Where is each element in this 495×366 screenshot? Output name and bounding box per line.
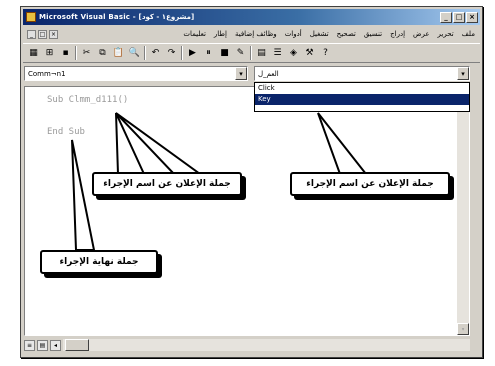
child-minimize-button[interactable]: _ <box>27 29 36 39</box>
run-icon[interactable]: ▶ <box>186 47 199 60</box>
chevron-down-icon[interactable]: ▾ <box>457 67 469 80</box>
toolbar-separator <box>181 46 183 60</box>
design-icon[interactable]: ✎ <box>234 47 247 60</box>
menu-view[interactable]: عرض <box>412 30 431 38</box>
menu-format[interactable]: تنسيق <box>363 30 383 38</box>
callout-start-statement-2: جملة الإعلان عن اسم الإجراء <box>290 172 450 196</box>
dropdown-option[interactable]: Click <box>255 83 317 94</box>
title-bar[interactable]: Microsoft Visual Basic - [مشروع١ - كود] … <box>23 9 480 25</box>
menu-edit[interactable]: تحرير <box>437 30 455 38</box>
properties-icon[interactable]: ☰ <box>271 47 284 60</box>
toolbar-separator <box>144 46 146 60</box>
scroll-thumb[interactable] <box>65 339 89 351</box>
find-icon[interactable]: 🔍 <box>128 47 141 60</box>
code-editor[interactable]: Sub Clmm_d111() End Sub ▴ ▾ <box>24 86 470 336</box>
chevron-down-icon[interactable]: ▾ <box>235 67 247 80</box>
cut-icon[interactable]: ✂ <box>80 47 93 60</box>
child-restore-button[interactable]: □ <box>38 29 47 39</box>
object-combo[interactable]: Comm¬n1 ▾ <box>24 66 248 81</box>
object-combo-value: Comm¬n1 <box>28 69 66 78</box>
menu-debug[interactable]: تصحيح <box>336 30 357 38</box>
toolbox-icon[interactable]: ⚒ <box>303 47 316 60</box>
paste-icon[interactable]: 📋 <box>112 47 125 60</box>
close-button[interactable]: × <box>466 11 478 23</box>
pause-icon[interactable]: ⏸ <box>202 47 215 60</box>
callout-start-statement: جملة الإعلان عن اسم الإجراء <box>92 172 242 196</box>
menu-tools[interactable]: أدوات <box>284 30 303 38</box>
project-icon[interactable]: ▤ <box>255 47 268 60</box>
menu-addins[interactable]: وظائف إضافية <box>234 30 278 38</box>
procedure-combo-value: العم_ل <box>258 69 279 78</box>
stop-icon[interactable]: ■ <box>218 47 231 60</box>
toolbar-separator <box>250 46 252 60</box>
full-module-view-icon[interactable]: ▤ <box>37 339 48 351</box>
object-browser-icon[interactable]: ◈ <box>287 47 300 60</box>
vertical-scrollbar[interactable]: ▴ ▾ <box>457 87 469 335</box>
child-close-button[interactable]: × <box>49 29 58 39</box>
save-icon[interactable]: ▪ <box>59 47 72 60</box>
menu-bar: ملف تحرير عرض إدراج تنسيق تصحيح تشغيل أد… <box>23 27 480 41</box>
dropdown-option-selected[interactable]: Key <box>255 94 469 105</box>
restore-button[interactable]: □ <box>453 11 465 23</box>
view-icon[interactable]: ▦ <box>27 47 40 60</box>
toolbar-separator <box>75 46 77 60</box>
menu-help[interactable]: تعليمات <box>182 30 207 38</box>
sub-declaration-line[interactable]: Sub Clmm_d111() <box>47 95 128 105</box>
standard-toolbar: ▦ ⊞ ▪ ✂ ⧉ 📋 🔍 ↶ ↷ ▶ ⏸ ■ ✎ ▤ ☰ ◈ ⚒ ? <box>23 43 480 63</box>
child-window-controls: _ □ × <box>27 29 58 39</box>
procedure-combo[interactable]: العم_ل ▾ <box>254 66 470 81</box>
insert-icon[interactable]: ⊞ <box>43 47 56 60</box>
redo-icon[interactable]: ↷ <box>165 47 178 60</box>
menu-run[interactable]: تشغيل <box>309 30 330 38</box>
copy-icon[interactable]: ⧉ <box>96 47 109 60</box>
callout-end-statement: جملة نهاية الإجراء <box>40 250 158 274</box>
status-strip: ≡ ▤ ◂ <box>24 338 470 352</box>
minimize-button[interactable]: _ <box>440 11 452 23</box>
app-icon[interactable] <box>26 12 36 22</box>
menu-window[interactable]: إطار <box>213 30 228 38</box>
scroll-left-icon[interactable]: ◂ <box>50 339 61 351</box>
help-icon[interactable]: ? <box>319 47 332 60</box>
menu-insert[interactable]: إدراج <box>389 30 406 38</box>
undo-icon[interactable]: ↶ <box>149 47 162 60</box>
window-title: Microsoft Visual Basic - [مشروع١ - كود] <box>39 13 195 21</box>
scroll-down-icon[interactable]: ▾ <box>457 323 469 335</box>
procedure-dropdown-list[interactable]: Click Key <box>254 82 470 112</box>
horizontal-scrollbar[interactable] <box>63 339 470 351</box>
menu-file[interactable]: ملف <box>461 30 476 38</box>
end-sub-line[interactable]: End Sub <box>47 127 85 137</box>
procedure-view-icon[interactable]: ≡ <box>24 339 35 351</box>
